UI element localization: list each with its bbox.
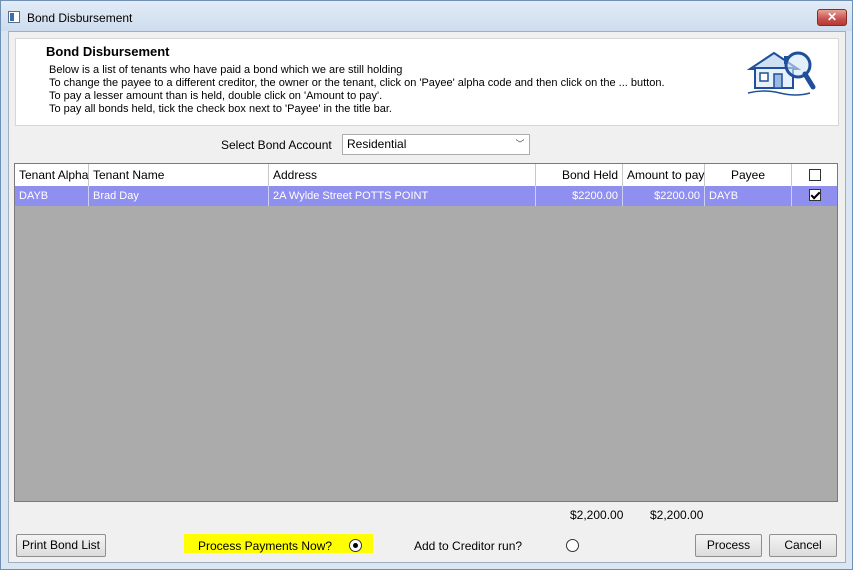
bond-account-select[interactable]: Residential ﹀ xyxy=(342,134,530,155)
title-bar[interactable]: Bond Disbursement ✕ xyxy=(1,1,852,31)
cell-bond-held[interactable]: $2200.00 xyxy=(536,186,623,206)
cell-payee[interactable]: DAYB xyxy=(705,186,792,206)
close-button[interactable]: ✕ xyxy=(817,9,847,26)
dialog-body: Bond Disbursement Below is a list of ten… xyxy=(8,31,846,563)
creditor-run-label: Add to Creditor run? xyxy=(414,539,523,553)
cell-tenant-alpha[interactable]: DAYB xyxy=(15,186,89,206)
bond-disbursement-window: Bond Disbursement ✕ Bond Disbursement Be… xyxy=(0,0,853,570)
cell-select xyxy=(792,186,837,206)
cell-address[interactable]: 2A Wylde Street POTTS POINT xyxy=(269,186,536,206)
col-tenant-name[interactable]: Tenant Name xyxy=(89,164,269,186)
col-select-all xyxy=(792,164,837,186)
bond-account-value: Residential xyxy=(347,137,407,151)
print-bond-list-button[interactable]: Print Bond List xyxy=(16,534,106,557)
process-now-label: Process Payments Now? xyxy=(198,539,333,553)
row-checkbox[interactable] xyxy=(808,189,821,202)
col-amount-to-pay[interactable]: Amount to pay xyxy=(623,164,705,186)
grid-header: Tenant Alpha Tenant Name Address Bond He… xyxy=(15,164,837,187)
select-all-checkbox[interactable] xyxy=(808,168,821,181)
process-now-radio[interactable] xyxy=(349,539,362,552)
bonds-grid[interactable]: Tenant Alpha Tenant Name Address Bond He… xyxy=(14,163,838,502)
house-magnifier-icon xyxy=(746,51,816,96)
cell-tenant-name[interactable]: Brad Day xyxy=(89,186,269,206)
info-panel: Bond Disbursement Below is a list of ten… xyxy=(15,38,839,126)
col-bond-held[interactable]: Bond Held xyxy=(536,164,623,186)
process-button[interactable]: Process xyxy=(695,534,762,557)
info-line-3: To pay a lesser amount than is held, dou… xyxy=(49,90,383,102)
info-line-1: Below is a list of tenants who have paid… xyxy=(49,64,403,76)
col-payee[interactable]: Payee xyxy=(705,164,792,186)
window-title: Bond Disbursement xyxy=(27,11,133,25)
info-line-4: To pay all bonds held, tick the check bo… xyxy=(49,103,392,115)
chevron-down-icon[interactable]: ﹀ xyxy=(514,135,526,154)
col-address[interactable]: Address xyxy=(269,164,536,186)
cell-amount-to-pay[interactable]: $2200.00 xyxy=(623,186,705,206)
total-bond-held: $2,200.00 xyxy=(570,508,624,522)
info-line-2: To change the payee to a different credi… xyxy=(49,77,665,89)
col-tenant-alpha[interactable]: Tenant Alpha xyxy=(15,164,89,186)
creditor-run-radio[interactable] xyxy=(566,539,579,552)
total-amount-to-pay: $2,200.00 xyxy=(650,508,704,522)
panel-title: Bond Disbursement xyxy=(46,44,170,59)
app-icon xyxy=(8,11,20,23)
cancel-button[interactable]: Cancel xyxy=(769,534,837,557)
bond-account-label: Select Bond Account xyxy=(221,138,332,152)
table-row[interactable]: DAYB Brad Day 2A Wylde Street POTTS POIN… xyxy=(15,186,837,206)
